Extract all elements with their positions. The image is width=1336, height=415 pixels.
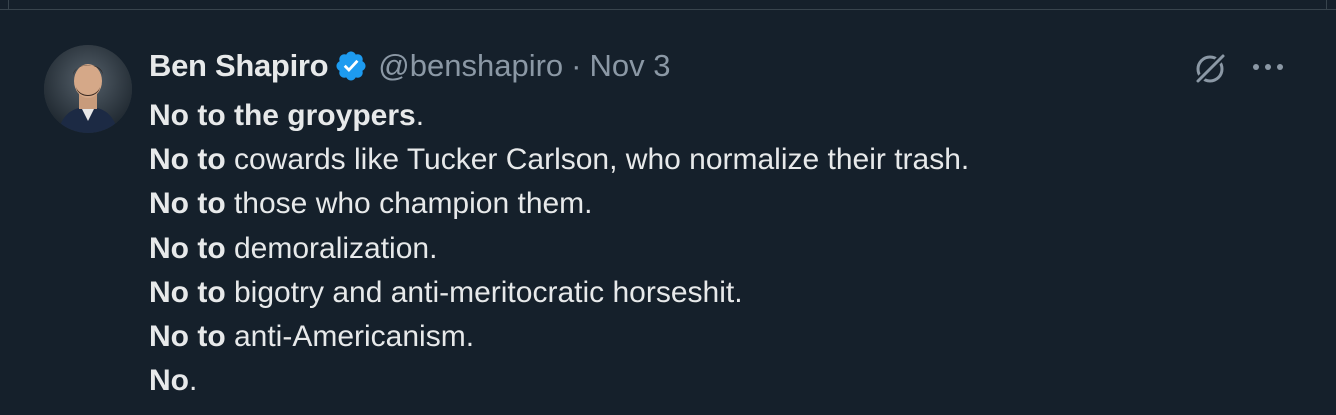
left-divider (8, 0, 9, 10)
right-divider (1326, 0, 1327, 10)
grok-icon[interactable] (1190, 48, 1230, 88)
tweet-line: No to the groypers. (149, 99, 425, 132)
author-handle[interactable]: @benshapiro (378, 48, 563, 84)
more-options-icon[interactable] (1248, 52, 1288, 82)
avatar-photo (44, 45, 132, 133)
tweet-header: Ben Shapiro @benshapiro · Nov 3 (149, 44, 670, 88)
author-name[interactable]: Ben Shapiro (149, 48, 329, 84)
verified-badge-icon (334, 49, 368, 83)
tweet-line: No to demoralization. (149, 231, 438, 265)
tweet-date[interactable]: Nov 3 (589, 48, 670, 84)
avatar[interactable] (44, 45, 132, 133)
tweet-line: No to those who champion them. (149, 187, 593, 221)
top-divider (0, 9, 1336, 10)
tweet-card[interactable]: Ben Shapiro @benshapiro · Nov 3 No to th… (0, 0, 1336, 415)
tweet-line: No to cowards like Tucker Carlson, who n… (149, 143, 970, 177)
tweet-line: No to anti-Americanism. (149, 319, 475, 353)
separator-dot: · (571, 48, 582, 83)
tweet-line: No. (149, 364, 198, 398)
tweet-text: No to the groypers. No to cowards like T… (149, 94, 1289, 403)
tweet-line: No to bigotry and anti-meritocratic hors… (149, 275, 743, 309)
